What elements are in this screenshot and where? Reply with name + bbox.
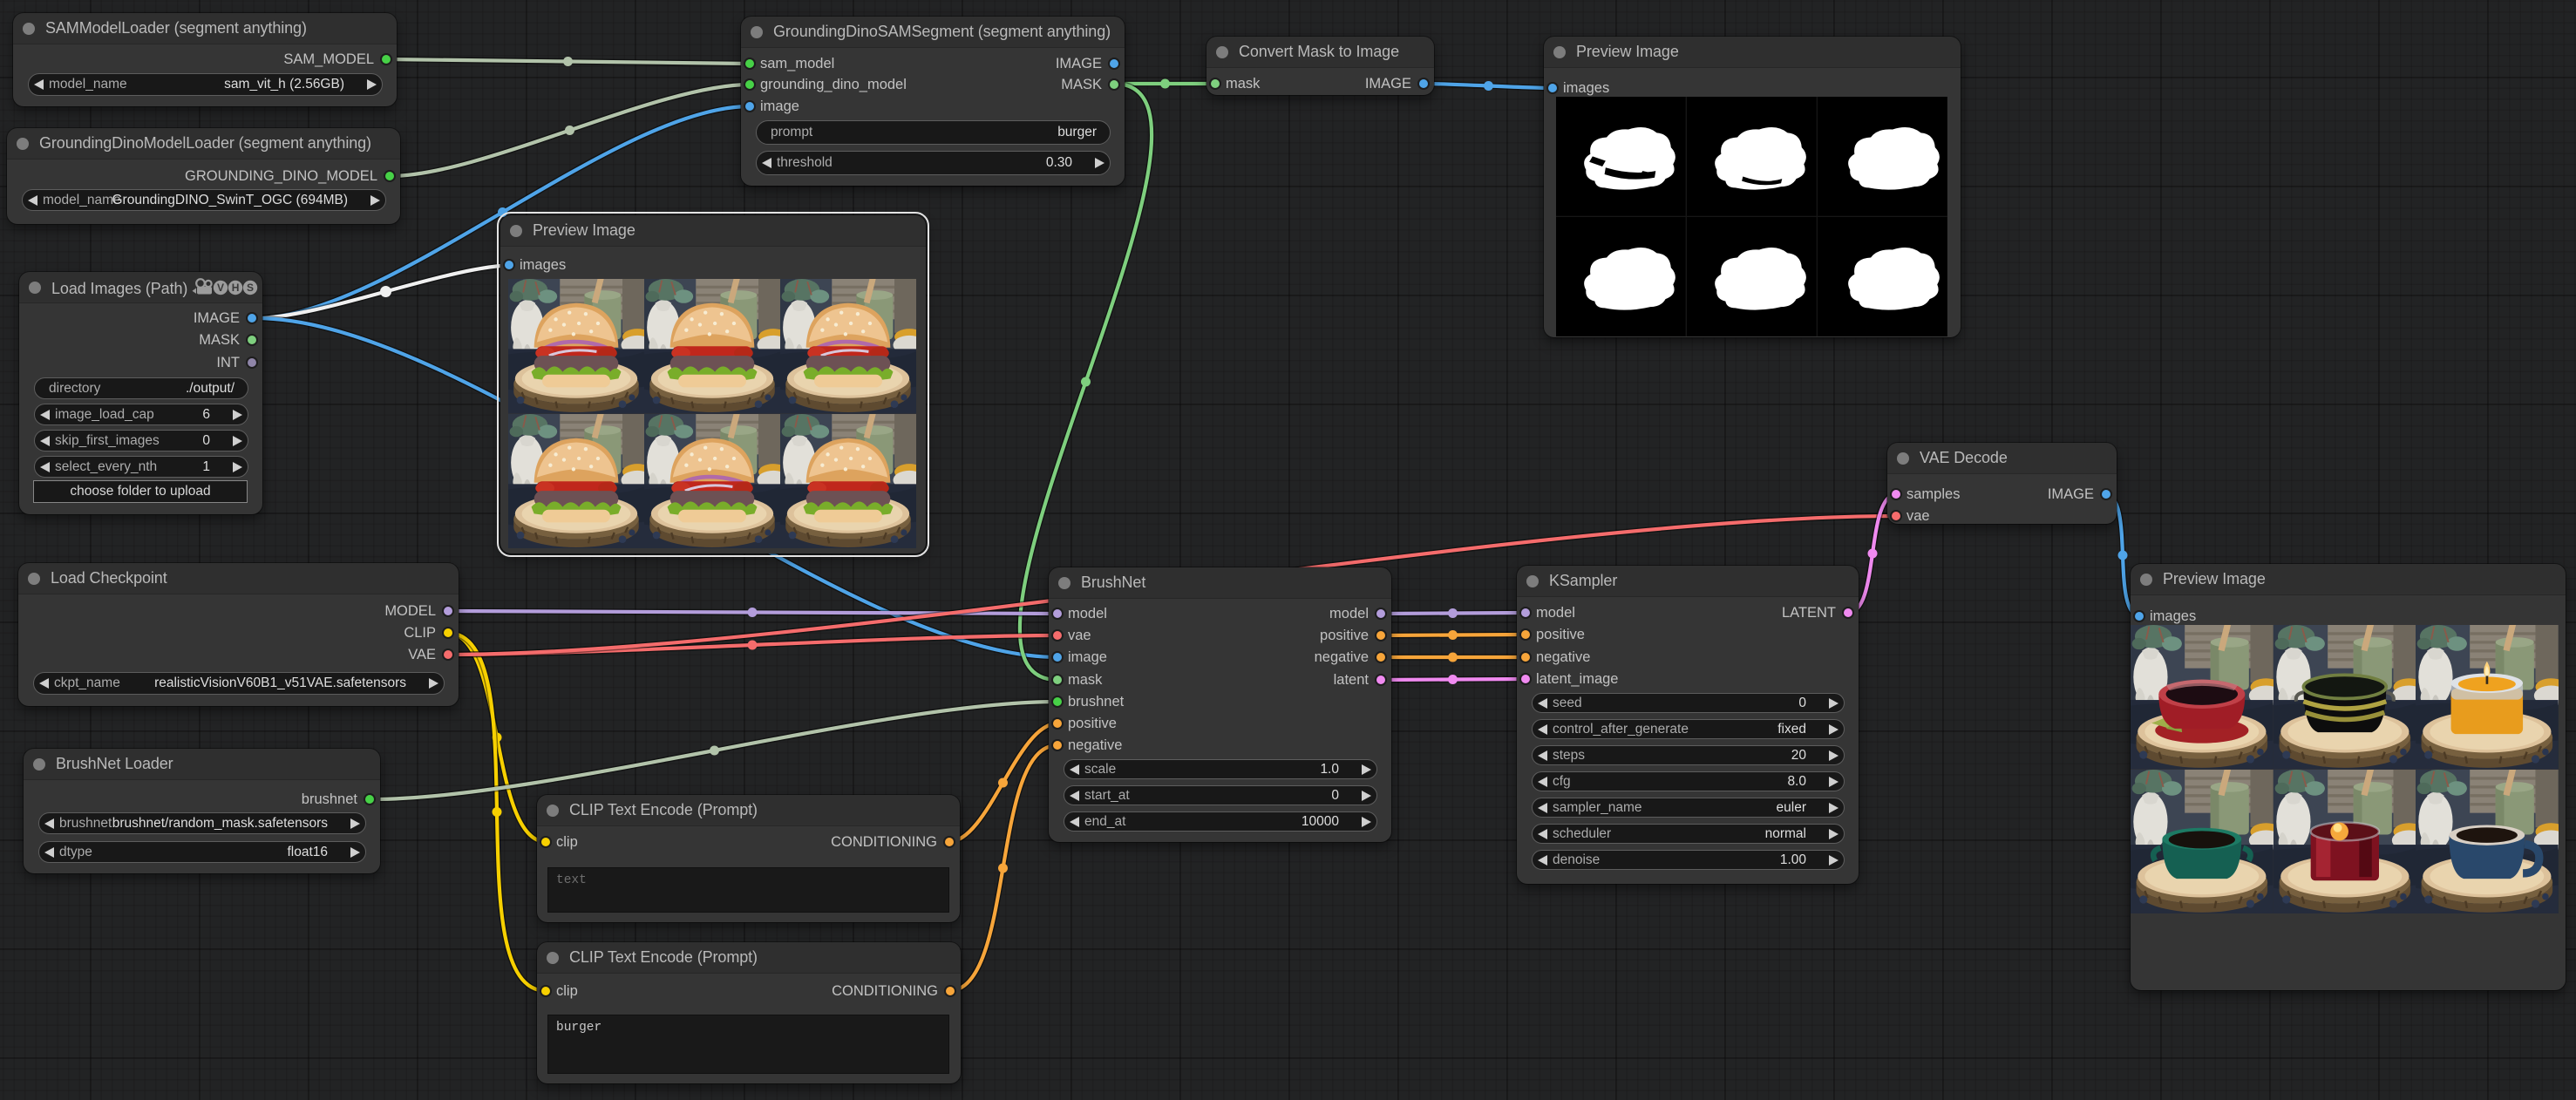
svg-text:V: V (217, 282, 224, 294)
svg-text:H: H (232, 282, 240, 294)
svg-text:S: S (247, 282, 254, 294)
